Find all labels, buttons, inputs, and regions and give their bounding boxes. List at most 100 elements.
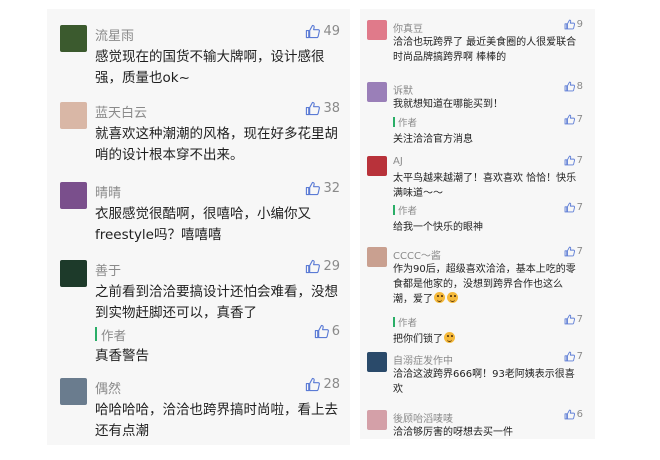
avatar[interactable] [367, 352, 387, 372]
grinning-emoji-icon [434, 292, 445, 303]
commenter-name[interactable]: 偶然 [95, 378, 121, 397]
like-button[interactable]: 7 [564, 114, 583, 125]
like-button[interactable]: 7 [564, 314, 583, 325]
thumbs-up-icon [306, 259, 321, 274]
author-reply: 作者 6 真香警告 [95, 324, 340, 365]
commenter-name[interactable]: 流星雨 [95, 25, 134, 44]
like-button[interactable]: 49 [305, 24, 340, 39]
thumbs-up-icon [564, 81, 575, 92]
author-reply: 作者 7 把你们锁了 [393, 314, 583, 345]
like-button[interactable]: 38 [305, 101, 340, 116]
like-count: 7 [576, 351, 583, 362]
reply-text: 把你们锁了 [393, 330, 456, 345]
thumbs-up-icon [564, 314, 575, 325]
avatar[interactable] [367, 82, 387, 102]
grinning-emoji-icon [444, 332, 455, 343]
reply-author-label: 作者 [398, 318, 418, 329]
commenter-name[interactable]: 善于 [95, 260, 121, 279]
avatar[interactable] [367, 20, 387, 40]
like-count: 28 [323, 377, 340, 392]
commenter-name[interactable]: 晴晴 [95, 182, 121, 201]
comment-text: 太平鸟越来越潮了！喜欢喜欢 恰恰！快乐满味道～～ [393, 173, 577, 199]
like-button[interactable]: 9 [564, 19, 583, 30]
like-button[interactable]: 7 [564, 246, 583, 257]
like-button[interactable]: 6 [564, 409, 583, 420]
avatar[interactable] [60, 102, 87, 129]
comment-text: 洽洽这波跨界666啊！93老阿姨表示很喜欢 [393, 369, 575, 395]
commenter-name[interactable]: 你真豆 [393, 20, 423, 35]
comment-text: 感觉现在的国货不输大牌啊，设计感很强，质量也ok~ [95, 49, 325, 86]
thumbs-up-icon [306, 181, 321, 196]
thumbs-up-icon [564, 155, 575, 166]
like-count: 7 [576, 114, 583, 125]
grinning-emoji-icon [447, 292, 458, 303]
avatar[interactable] [367, 247, 387, 267]
reply-text-body: 把你们锁了 [393, 334, 443, 345]
thumbs-up-icon [564, 19, 575, 30]
comment-text-body: 作为90后，超级喜欢洽洽，基本上吃的零食都是他家的，没想到跨界合作也这么潮，爱了 [393, 264, 576, 305]
like-button[interactable]: 7 [564, 155, 583, 166]
like-count: 7 [576, 155, 583, 166]
like-button[interactable]: 8 [564, 81, 583, 92]
thumbs-up-icon [564, 351, 575, 362]
commenter-name[interactable]: 诉默 [393, 82, 413, 97]
comment-text: 衣服感觉很酷啊，很嘻哈，小编你又freestyle吗？嘻嘻嘻 [95, 206, 311, 243]
like-button[interactable]: 7 [564, 351, 583, 362]
avatar[interactable] [60, 182, 87, 209]
like-count: 32 [323, 181, 340, 196]
like-button[interactable]: 32 [305, 181, 340, 196]
commenter-name[interactable]: 後顾咍滔唛唛 [393, 410, 453, 425]
like-count: 7 [576, 246, 583, 257]
like-count: 6 [576, 409, 583, 420]
reply-author-label: 作者 [398, 206, 418, 217]
like-count: 7 [576, 202, 583, 213]
like-button[interactable]: 6 [314, 324, 340, 339]
thumbs-up-icon [564, 409, 575, 420]
reply-author-label: 作者 [101, 328, 127, 343]
comment-text: 我就想知道在哪能买到！ [393, 99, 503, 110]
commenter-name[interactable]: 自溺症发作中 [393, 352, 453, 367]
reply-text: 给我一个快乐的眼神 [393, 222, 483, 233]
author-reply: 作者 7 关注洽洽官方消息 [393, 114, 583, 145]
thumbs-up-icon [306, 24, 321, 39]
thumbs-up-icon [564, 202, 575, 213]
left-comment-panel: 流星雨 49 感觉现在的国货不输大牌啊，设计感很强，质量也ok~ 蓝天白云 38… [47, 9, 350, 445]
commenter-name[interactable]: 蓝天白云 [95, 102, 147, 121]
like-count: 7 [576, 314, 583, 325]
avatar[interactable] [60, 260, 87, 287]
thumbs-up-icon [306, 377, 321, 392]
avatar[interactable] [367, 156, 387, 176]
avatar[interactable] [60, 25, 87, 52]
reply-text: 关注洽洽官方消息 [393, 134, 473, 145]
commenter-name[interactable]: AJ [393, 156, 403, 167]
reply-text: 真香警告 [95, 348, 149, 364]
author-reply: 作者 7 给我一个快乐的眼神 [393, 202, 583, 233]
like-count: 6 [331, 324, 340, 339]
commenter-name[interactable]: CCCC～酱 [393, 247, 441, 262]
avatar[interactable] [367, 410, 387, 430]
comment-text-body: 洽洽够厉害的呀想去买一件 [393, 427, 513, 438]
author-reply-bar [393, 205, 395, 215]
comment-text: 洽洽也玩跨界了 最近美食圈的人很爱联合时尚品牌搞跨界啊 棒棒的 [393, 37, 577, 63]
like-count: 49 [323, 24, 340, 39]
thumbs-up-icon [564, 246, 575, 257]
like-button[interactable]: 28 [305, 377, 340, 392]
comment-text: 作为90后，超级喜欢洽洽，基本上吃的零食都是他家的，没想到跨界合作也这么潮，爱了 [393, 263, 581, 308]
like-button[interactable]: 29 [305, 259, 340, 274]
right-comment-panel: 你真豆 9 洽洽也玩跨界了 最近美食圈的人很爱联合时尚品牌搞跨界啊 棒棒的 诉默… [360, 9, 595, 439]
reply-author-label: 作者 [398, 118, 418, 129]
thumbs-up-icon [306, 101, 321, 116]
like-count: 8 [576, 81, 583, 92]
thumbs-up-icon [314, 324, 329, 339]
avatar[interactable] [60, 378, 87, 405]
comment-text: 洽洽够厉害的呀想去买一件 [393, 426, 581, 439]
like-count: 9 [576, 19, 583, 30]
author-reply-bar [393, 317, 395, 327]
thumbs-up-icon [564, 114, 575, 125]
like-count: 38 [323, 101, 340, 116]
author-reply-bar [95, 327, 97, 341]
author-reply-bar [393, 117, 395, 127]
like-button[interactable]: 7 [564, 202, 583, 213]
comment-text: 之前看到洽洽要搞设计还怕会难看，没想到实物赶脚还可以，真香了 [95, 284, 338, 321]
comment-text: 哈哈哈哈，洽洽也跨界搞时尚啦，看上去还有点潮 [95, 402, 338, 439]
